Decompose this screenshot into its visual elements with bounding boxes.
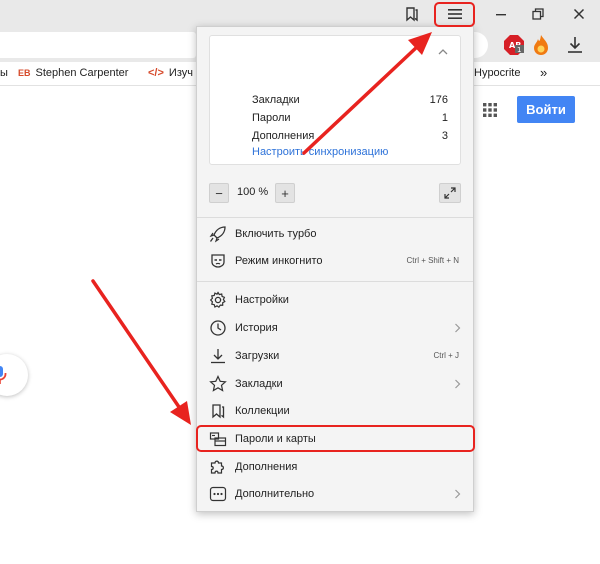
voice-search-button[interactable] — [0, 354, 28, 396]
menu-item-shortcut: Ctrl + J — [433, 351, 459, 360]
zoom-out-button[interactable]: − — [209, 183, 229, 203]
menu-divider — [197, 217, 473, 218]
apps-grid-button[interactable] — [483, 103, 497, 122]
bookmarks-panel-button[interactable] — [394, 0, 430, 28]
passwords-item-highlight — [196, 425, 475, 452]
downloads-button[interactable] — [566, 35, 584, 55]
arrow-to-passwords-item — [91, 279, 191, 425]
apps-grid-icon — [483, 103, 497, 117]
minimize-button[interactable] — [483, 0, 519, 28]
clock-icon — [209, 319, 227, 337]
sync-row-label: Дополнения — [252, 130, 315, 142]
menu-item-more[interactable]: Дополнительно — [197, 481, 473, 507]
chevron-right-icon — [455, 323, 461, 333]
restore-button[interactable] — [520, 0, 556, 28]
bookmark-item-partial[interactable]: ы — [0, 67, 8, 79]
menu-item-label: Настройки — [235, 294, 289, 306]
microphone-icon — [0, 366, 7, 384]
rocket-icon — [209, 225, 227, 243]
bookmark-item-hypocrite[interactable]: Hypocrite — [474, 67, 520, 79]
menu-divider — [197, 281, 473, 282]
menu-item-settings[interactable]: Настройки — [197, 287, 473, 313]
login-button[interactable]: Войти — [517, 96, 575, 123]
fullscreen-icon — [444, 187, 456, 199]
zoom-in-button[interactable]: + — [275, 183, 295, 203]
menu-item-label: Загрузки — [235, 350, 280, 362]
menu-item-label: Дополнительно — [235, 488, 315, 500]
zoom-level: 100 % — [237, 186, 269, 198]
sync-row-extensions: Дополнения 3 — [252, 130, 448, 144]
minimize-icon — [496, 14, 506, 16]
menu-item-shortcut: Ctrl + Shift + N — [406, 256, 459, 265]
bookmarks-overflow-chevron-icon[interactable]: » — [540, 65, 547, 80]
sync-row-label: Пароли — [252, 112, 291, 124]
download-icon — [209, 347, 227, 365]
configure-sync-link[interactable]: Настроить синхронизацию — [252, 146, 388, 158]
sync-card: Закладки 176 Пароли 1 Дополнения 3 Настр… — [209, 35, 461, 165]
menu-item-bookmarks[interactable]: Закладки — [197, 371, 473, 397]
sync-row-count: 1 — [441, 112, 448, 124]
menu-item-label: Режим инкогнито — [235, 255, 323, 267]
menu-item-history[interactable]: История — [197, 315, 473, 341]
menu-item-label: Дополнения — [235, 461, 298, 473]
star-icon — [209, 375, 227, 393]
sync-row-count: 3 — [441, 130, 448, 142]
gear-icon — [209, 291, 227, 309]
restore-icon — [532, 8, 544, 20]
svg-text:1: 1 — [517, 46, 521, 54]
address-bar[interactable] — [0, 32, 196, 58]
chevron-right-icon — [455, 489, 461, 499]
menu-item-label: Коллекции — [235, 405, 290, 417]
menu-button-highlight — [434, 2, 475, 27]
close-icon — [573, 8, 585, 20]
menu-item-collections[interactable]: Коллекции — [197, 398, 473, 424]
bookmark-item-code[interactable]: </> Изуч — [148, 67, 193, 79]
menu-item-label: Включить турбо — [235, 228, 317, 240]
eb-favicon: EB — [18, 68, 31, 78]
bookmark-label: Изуч — [168, 67, 193, 79]
title-bar — [0, 0, 600, 28]
puzzle-icon — [209, 458, 227, 476]
adblock-extension-button[interactable]: AB 1 — [503, 34, 525, 56]
menu-item-incognito[interactable]: Режим инкогнито Ctrl + Shift + N — [197, 248, 473, 274]
menu-item-turbo[interactable]: Включить турбо — [197, 221, 473, 247]
menu-item-label: История — [235, 322, 278, 334]
code-favicon-icon: </> — [148, 67, 164, 79]
bookmark-stack-icon — [406, 7, 418, 22]
menu-item-downloads[interactable]: Загрузки Ctrl + J — [197, 343, 473, 369]
chevron-right-icon — [455, 379, 461, 389]
bookmark-item-stephen-carpenter[interactable]: EB Stephen Carpenter — [18, 67, 128, 79]
zoom-controls: − 100 % + — [209, 183, 461, 205]
sync-row-label: Закладки — [252, 94, 300, 106]
close-button[interactable] — [561, 0, 597, 28]
sync-row-count: 176 — [429, 94, 448, 106]
adblock-stop-icon: AB 1 — [504, 35, 524, 55]
more-dots-icon — [209, 485, 227, 503]
sync-row-passwords: Пароли 1 — [252, 112, 448, 126]
menu-item-label: Закладки — [235, 378, 283, 390]
download-icon — [568, 37, 582, 53]
sync-row-bookmarks: Закладки 176 — [252, 94, 448, 108]
flame-icon — [534, 35, 548, 55]
chevron-up-icon[interactable] — [438, 48, 448, 55]
menu-item-extensions[interactable]: Дополнения — [197, 454, 473, 480]
incognito-mask-icon — [209, 252, 227, 270]
collections-icon — [209, 402, 227, 420]
bookmark-label: Stephen Carpenter — [35, 67, 129, 79]
hola-extension-button[interactable] — [531, 34, 551, 56]
fullscreen-button[interactable] — [439, 183, 461, 203]
